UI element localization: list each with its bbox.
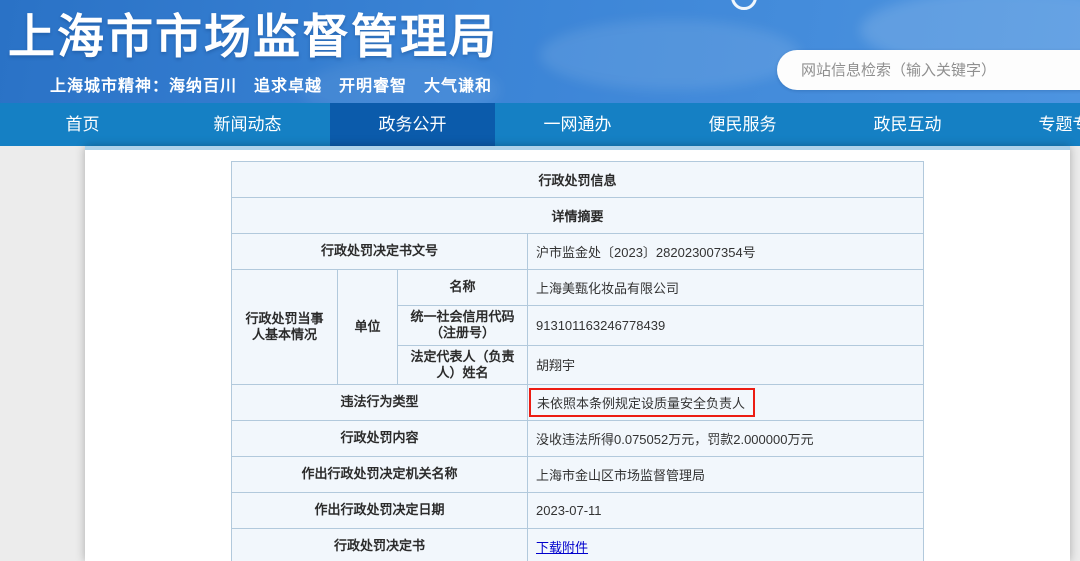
party-info-label: 行政处罚当事人基本情况	[232, 270, 338, 385]
credit-code-label: 统一社会信用代码（注册号）	[398, 306, 528, 346]
decision-doc-label: 行政处罚决定书	[232, 529, 528, 561]
authority-label: 作出行政处罚决定机关名称	[232, 457, 528, 493]
nav-item-convenience[interactable]: 便民服务	[660, 103, 825, 146]
nav-item-gov-affairs[interactable]: 政务公开	[330, 103, 495, 146]
table-subtitle: 详情摘要	[232, 198, 924, 234]
legal-rep-label: 法定代表人（负责人）姓名	[398, 345, 528, 385]
table-title: 行政处罚信息	[232, 162, 924, 198]
site-motto: 上海城市精神：海纳百川 追求卓越 开明睿智 大气谦和	[50, 72, 492, 96]
authority-value: 上海市金山区市场监督管理局	[528, 457, 924, 493]
table-row: 详情摘要	[232, 198, 924, 234]
doc-number-value: 沪市监金处〔2023〕282023007354号	[528, 234, 924, 270]
site-search-box[interactable]	[777, 50, 1080, 90]
red-highlight-box: 未依照本条例规定设质量安全负责人	[529, 388, 755, 417]
cloud-decoration	[540, 20, 800, 90]
table-row: 作出行政处罚决定机关名称 上海市金山区市场监督管理局	[232, 457, 924, 493]
page-body: 行政处罚信息 详情摘要 行政处罚决定书文号 沪市监金处〔2023〕2820230…	[0, 146, 1080, 561]
table-row: 行政处罚内容 没收违法所得0.075052万元，罚款2.000000万元	[232, 421, 924, 457]
party-type-label: 单位	[338, 270, 398, 385]
nav-item-home[interactable]: 首页	[0, 103, 165, 146]
table-row: 作出行政处罚决定日期 2023-07-11	[232, 493, 924, 529]
attachment-cell: 下载附件	[528, 529, 924, 561]
violation-type-label: 违法行为类型	[232, 385, 528, 421]
nav-item-interaction[interactable]: 政民互动	[825, 103, 990, 146]
penalty-content-label: 行政处罚内容	[232, 421, 528, 457]
main-nav: 首页 新闻动态 政务公开 一网通办 便民服务 政民互动 专题专栏	[0, 103, 1080, 146]
table-row: 行政处罚决定书文号 沪市监金处〔2023〕282023007354号	[232, 234, 924, 270]
nav-item-special-topics[interactable]: 专题专栏	[990, 103, 1080, 146]
emblem-ring-icon	[731, 0, 757, 10]
panel-top-strip	[85, 146, 1070, 150]
credit-code-value: 913101163246778439	[528, 306, 924, 346]
decision-date-value: 2023-07-11	[528, 493, 924, 529]
nav-item-services[interactable]: 一网通办	[495, 103, 660, 146]
penalty-info-table: 行政处罚信息 详情摘要 行政处罚决定书文号 沪市监金处〔2023〕2820230…	[231, 161, 924, 561]
company-name-value: 上海美甄化妆品有限公司	[528, 270, 924, 306]
decision-date-label: 作出行政处罚决定日期	[232, 493, 528, 529]
table-row: 行政处罚信息	[232, 162, 924, 198]
doc-number-label: 行政处罚决定书文号	[232, 234, 528, 270]
penalty-content-value: 没收违法所得0.075052万元，罚款2.000000万元	[528, 421, 924, 457]
content-panel: 行政处罚信息 详情摘要 行政处罚决定书文号 沪市监金处〔2023〕2820230…	[85, 146, 1070, 561]
table-row: 行政处罚决定书 下载附件	[232, 529, 924, 561]
nav-item-news[interactable]: 新闻动态	[165, 103, 330, 146]
legal-rep-value: 胡翔宇	[528, 345, 924, 385]
company-name-label: 名称	[398, 270, 528, 306]
search-input[interactable]	[801, 62, 1071, 79]
table-row: 行政处罚当事人基本情况 单位 名称 上海美甄化妆品有限公司	[232, 270, 924, 306]
site-title: 上海市市场监督管理局	[8, 0, 498, 67]
table-row: 违法行为类型 未依照本条例规定设质量安全负责人	[232, 385, 924, 421]
violation-type-value: 未依照本条例规定设质量安全负责人	[537, 396, 745, 411]
violation-type-cell: 未依照本条例规定设质量安全负责人	[528, 385, 924, 421]
site-header: 上海市市场监督管理局 上海城市精神：海纳百川 追求卓越 开明睿智 大气谦和	[0, 0, 1080, 103]
download-attachment-link[interactable]: 下载附件	[536, 540, 588, 555]
